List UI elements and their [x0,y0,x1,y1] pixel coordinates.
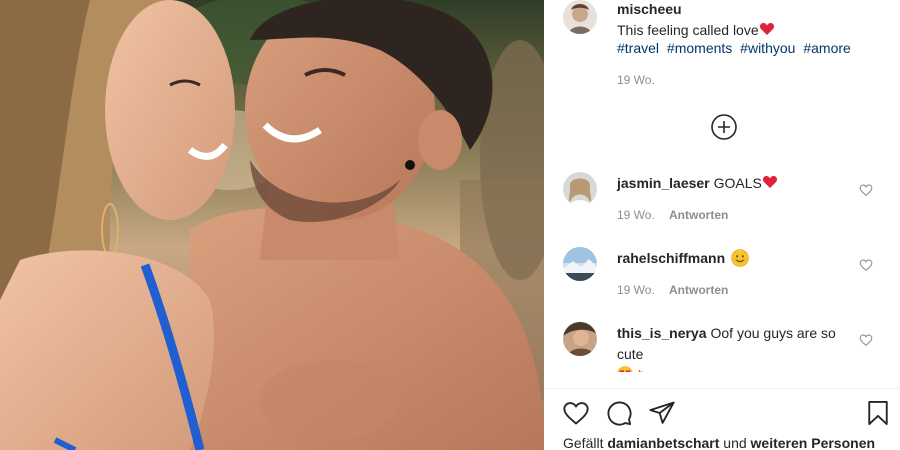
comment-body: jasmin_laeser GOALS [617,173,849,194]
commenter-avatar-image [563,247,597,281]
red-heart-icon [762,176,777,188]
bookmark-icon[interactable] [864,399,892,427]
heart-outline-icon[interactable] [562,399,590,427]
commenter-avatar[interactable] [563,322,597,356]
likes-prefix: Gefällt [563,435,604,450]
reply-button[interactable]: Antworten [669,283,728,297]
paper-plane-icon[interactable] [648,399,676,427]
liker-username[interactable]: damianbetschart [607,435,719,450]
likes-others-link[interactable]: weiteren Personen [751,435,876,450]
comment-timestamp[interactable]: 19 Wo. [617,208,655,222]
couple-photo-illustration [0,0,544,450]
commenter-avatar-image [563,172,597,206]
author-avatar[interactable] [563,0,597,34]
post-photo[interactable] [0,0,544,450]
load-more-comments-button[interactable] [710,113,738,141]
commenter-avatar-image [563,322,597,356]
hashtag-link[interactable]: #withyou [740,40,795,56]
actions-divider [544,388,900,389]
comment-list-fade [544,372,900,388]
author-avatar-image [563,0,597,34]
caption-hashtags: #travel #moments #withyou #amore [617,40,855,56]
post-side-panel: mischeeu This feeling called love #trave… [544,0,900,450]
comment-text: GOALS [713,175,762,191]
comment-like-heart-icon[interactable] [859,183,873,197]
comment-timestamp[interactable]: 19 Wo. [617,283,655,297]
comment-username[interactable]: this_is_nerya [617,325,707,341]
comment-bubble-icon[interactable] [605,399,633,427]
commenter-avatar[interactable] [563,247,597,281]
comment-username[interactable]: rahelschiffmann [617,250,725,266]
comment-like-heart-icon[interactable] [859,258,873,272]
comment-item: jasmin_laeser GOALS 19 Wo. Antworten [544,172,900,232]
caption-timestamp[interactable]: 19 Wo. [617,73,655,87]
comment-like-heart-icon[interactable] [859,333,873,347]
hashtag-link[interactable]: #amore [803,40,850,56]
likes-summary: Gefällt damianbetschart und weiteren Per… [563,435,875,450]
comment-username[interactable]: jasmin_laeser [617,175,710,191]
commenter-avatar[interactable] [563,172,597,206]
comment-body: rahelschiffmann [617,248,849,269]
reply-button[interactable]: Antworten [669,208,728,222]
likes-joiner: und [723,435,747,450]
plus-circle-icon [711,114,737,140]
red-heart-icon [759,23,774,35]
hashtag-link[interactable]: #travel [617,40,659,56]
caption-username[interactable]: mischeeu [617,1,682,17]
hashtag-link[interactable]: #moments [667,40,732,56]
comment-item: rahelschiffmann 19 Wo. Antworten [544,247,900,307]
caption-text: This feeling called love [617,21,775,38]
smiling-face-icon [731,249,749,267]
caption-text-content: This feeling called love [617,22,759,38]
